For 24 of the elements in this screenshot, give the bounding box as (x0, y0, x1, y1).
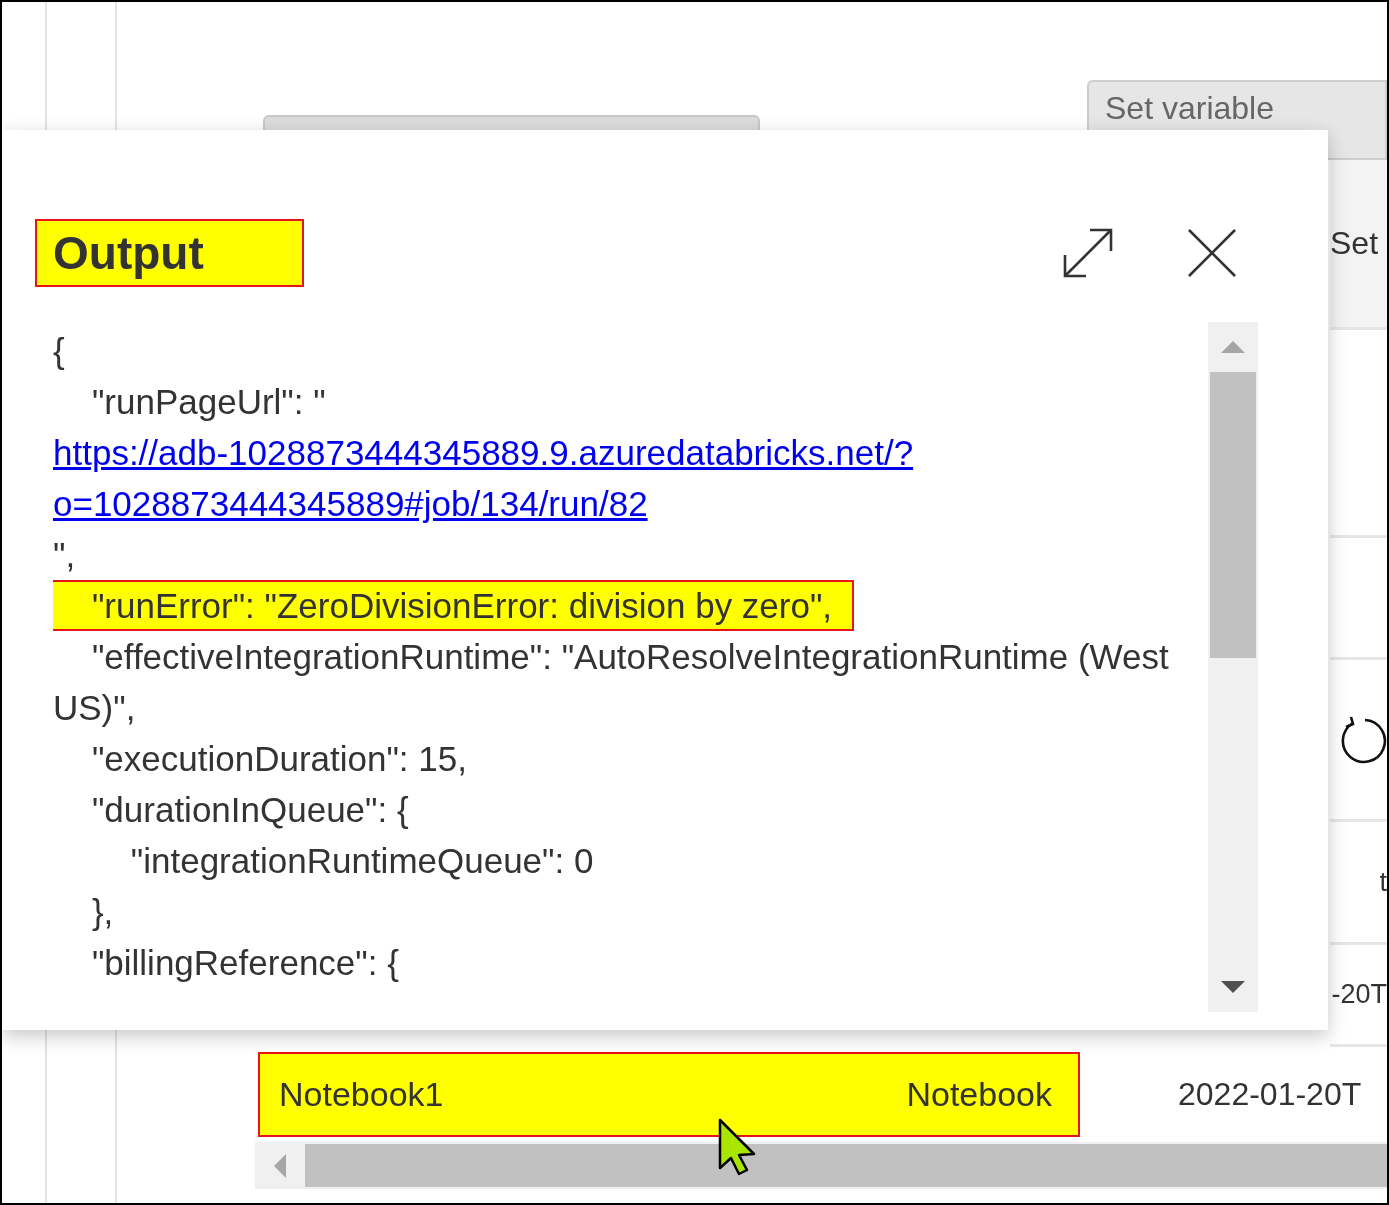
code-line: "billingReference": { (90, 942, 400, 984)
activity-type: Notebook (906, 1075, 1052, 1114)
cell-text: Set (1330, 225, 1379, 262)
scrollbar-thumb[interactable] (1210, 372, 1256, 658)
activity-name: Notebook1 (279, 1075, 444, 1114)
code-line: "executionDuration": 15, (90, 738, 468, 780)
close-icon[interactable] (1187, 228, 1237, 278)
cell-text: t (1379, 866, 1387, 898)
url-link[interactable]: https://adb-1028873444345889.9.azuredatabricks.net/?o=1028873444345889#job/134/run/82 (53, 427, 1198, 529)
start-time: 2022-01-20T (1178, 1076, 1362, 1113)
scroll-down-arrow-icon[interactable] (1221, 981, 1245, 993)
code-line: { (53, 330, 66, 372)
activity-row[interactable]: Notebook1 Notebook (258, 1052, 1080, 1137)
cell-text: -20T (1331, 979, 1387, 1010)
expand-icon[interactable] (1062, 227, 1114, 279)
code-line: "effectiveIntegrationRuntime": "AutoResolveIntegrationRuntime (West US)", (53, 636, 1170, 729)
code-line: }, (90, 891, 115, 933)
code-line: "integrationRuntimeQueue": 0 (129, 840, 595, 882)
scroll-left-arrow-icon[interactable] (274, 1153, 286, 1178)
code-line: "durationInQueue": { (90, 789, 410, 831)
code-line: "runPageUrl": " https://adb-1028873444345889.9.azuredatabricks.net/?o=1028873444345889#job/134/run/82 ", (53, 376, 1198, 580)
cursor-icon (718, 1118, 758, 1176)
scroll-up-arrow-icon[interactable] (1221, 341, 1245, 353)
dialog-title: Output (35, 219, 304, 287)
